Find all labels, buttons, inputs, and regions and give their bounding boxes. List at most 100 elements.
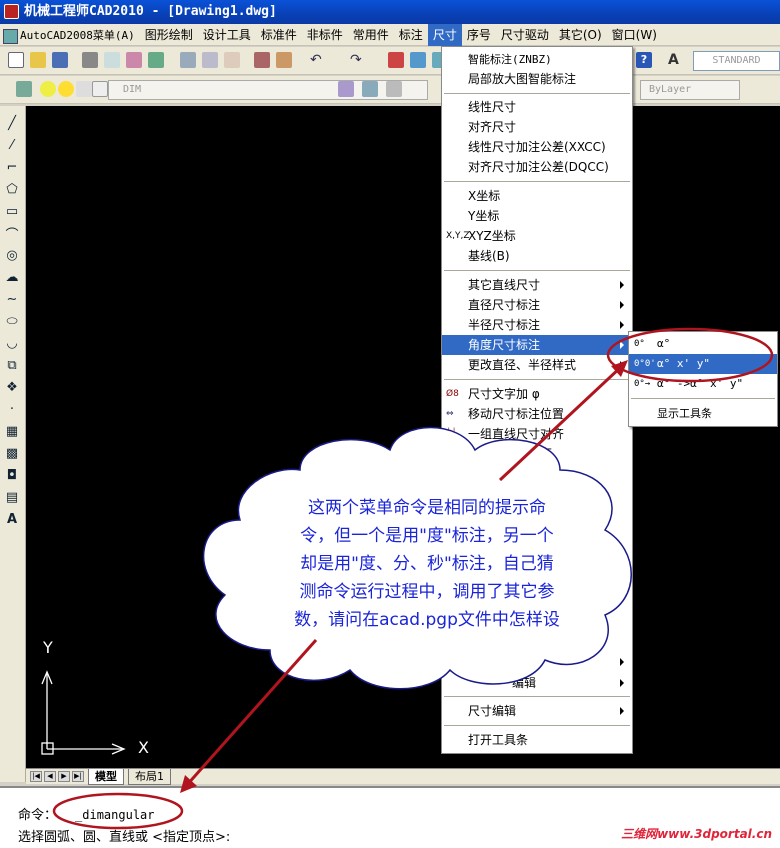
menu-item-smart-dim[interactable]: 智能标注(ZNBZ) <box>442 49 632 69</box>
undo-icon[interactable]: ↶ <box>310 52 326 68</box>
submenu-arrow-icon <box>620 301 624 309</box>
menu-window[interactable]: 窗口(W) <box>607 24 662 46</box>
menu-common-parts[interactable]: 常用件 <box>348 24 394 46</box>
match-properties-icon[interactable] <box>254 52 270 68</box>
zoom-realtime-icon[interactable] <box>410 52 426 68</box>
menu-item-boundary[interactable]: 界线 <box>442 464 632 484</box>
help-icon[interactable]: ? <box>636 52 652 68</box>
menu-item-move-dim[interactable]: ⇔ 移动尺寸标注位置 <box>442 404 632 424</box>
menu-item-angular[interactable]: 角度尺寸标注 <box>442 335 632 355</box>
tab-model[interactable]: 模型 <box>88 769 124 785</box>
submenu-item-dms[interactable]: 0°0' α° x' y" <box>629 354 777 374</box>
spline-icon[interactable]: ∼ <box>3 290 21 308</box>
publish-icon[interactable] <box>126 52 142 68</box>
gradient-icon[interactable]: ▩ <box>3 444 21 462</box>
layer-previous-icon[interactable] <box>362 81 378 97</box>
copy-icon[interactable] <box>202 52 218 68</box>
menu-dimension-drive[interactable]: 尺寸驱动 <box>496 24 554 46</box>
cut-icon[interactable] <box>180 52 196 68</box>
layer-thaw-icon[interactable] <box>58 81 74 97</box>
menu-item-aligned[interactable]: 对齐尺寸 <box>442 117 632 137</box>
etransmit-icon[interactable] <box>148 52 164 68</box>
submenu-item-convert[interactable]: 0°→ α° ->α° x' y" <box>629 374 777 394</box>
rectangle-icon[interactable]: ▭ <box>3 202 21 220</box>
table-icon[interactable]: ▤ <box>3 488 21 506</box>
polyline-icon[interactable]: ⌐ <box>3 158 21 176</box>
menu-separator <box>444 270 630 271</box>
polygon-icon[interactable]: ⬠ <box>3 180 21 198</box>
menu-item-xyz-coord[interactable]: X,Y,Z XYZ坐标 <box>442 226 632 246</box>
menu-item-x-coord[interactable]: X坐标 <box>442 186 632 206</box>
menu-item-label: 移动尺寸标注位置 <box>468 407 565 421</box>
print-icon[interactable] <box>82 52 98 68</box>
menu-nonstandard-parts[interactable]: 非标件 <box>302 24 348 46</box>
menu-item-baseline[interactable]: 基线(B) <box>442 246 632 266</box>
make-block-icon[interactable]: ❖ <box>3 378 21 396</box>
menu-standard-parts[interactable]: 标准件 <box>256 24 302 46</box>
menu-item-detail-smart-dim[interactable]: 局部放大图智能标注 <box>442 69 632 89</box>
hatch-icon[interactable]: ▦ <box>3 422 21 440</box>
ellipse-arc-icon[interactable]: ◡ <box>3 334 21 352</box>
next-tab-icon[interactable]: ▶ <box>58 771 70 782</box>
text-style-select[interactable]: STANDARD <box>693 51 780 71</box>
circle-icon[interactable]: ◎ <box>3 246 21 264</box>
paste-icon[interactable] <box>224 52 240 68</box>
arc-icon[interactable]: ⌒ <box>3 224 21 243</box>
redo-icon[interactable]: ↷ <box>350 52 366 68</box>
text-style-icon[interactable]: A <box>668 52 684 68</box>
menu-item-y-coord[interactable]: Y坐标 <box>442 206 632 226</box>
print-preview-icon[interactable] <box>104 52 120 68</box>
menu-item-diameter[interactable]: 直径尺寸标注 <box>442 295 632 315</box>
last-tab-icon[interactable]: ▶| <box>72 771 84 782</box>
menu-item-equal-spacing[interactable]: 直线尺寸等间距 <box>442 444 632 464</box>
layer-lock-icon[interactable] <box>76 81 92 97</box>
layer-state-icon[interactable] <box>386 81 402 97</box>
prev-tab-icon[interactable]: ◀ <box>44 771 56 782</box>
make-current-icon[interactable] <box>338 81 354 97</box>
open-folder-icon[interactable] <box>30 52 46 68</box>
save-icon[interactable] <box>52 52 68 68</box>
submenu-item-degree[interactable]: 0° α° <box>629 334 777 354</box>
command-window[interactable]: 命令： _dimangular 选择圆弧、圆、直线或 <指定顶点>: 三维网www… <box>0 786 780 848</box>
linetype-select[interactable]: ByLayer <box>640 80 740 100</box>
region-icon[interactable]: ◘ <box>3 466 21 484</box>
menu-item-hidden-submenu[interactable] <box>442 652 632 672</box>
menu-item-change-dia-rad-style[interactable]: 更改直径、半径样式 <box>442 355 632 375</box>
multiline-text-icon[interactable]: A <box>3 510 21 528</box>
revision-cloud-icon[interactable]: ☁ <box>3 268 21 286</box>
menu-item-other-linear[interactable]: 其它直线尺寸 <box>442 275 632 295</box>
pan-icon[interactable] <box>388 52 404 68</box>
layer-manager-icon[interactable] <box>16 81 32 97</box>
menu-annotate[interactable]: 标注 <box>394 24 428 46</box>
layer-select[interactable]: DIM <box>108 80 428 100</box>
first-tab-icon[interactable]: |◀ <box>30 771 42 782</box>
menu-item-aligned-tolerance[interactable]: 对齐尺寸加注公差(DQCC) <box>442 157 632 177</box>
command-input[interactable]: _dimangular <box>75 808 154 822</box>
new-file-icon[interactable] <box>8 52 24 68</box>
menu-item-align-linear-group[interactable]: ┼┼ 一组直线尺寸对齐 <box>442 424 632 444</box>
construction-line-icon[interactable]: ⁄ <box>3 136 21 154</box>
menu-dimension[interactable]: 尺寸 <box>427 24 462 46</box>
menu-balloon[interactable]: 序号 <box>462 24 496 46</box>
menu-item-linear-tolerance[interactable]: 线性尺寸加注公差(XXCC) <box>442 137 632 157</box>
ellipse-icon[interactable]: ⬭ <box>3 312 21 330</box>
menu-item-open-toolbar[interactable]: 打开工具条 <box>442 730 632 750</box>
line-icon[interactable]: ╱ <box>3 114 21 132</box>
menu-item-linear[interactable]: 线性尺寸 <box>442 97 632 117</box>
tab-layout1[interactable]: 布局1 <box>128 769 171 785</box>
menu-autocad[interactable]: AutoCAD2008菜单(A) <box>0 25 140 47</box>
submenu-item-label: α° ->α° x' y" <box>657 377 744 390</box>
layer-on-icon[interactable] <box>40 81 56 97</box>
menu-item-edit-partial[interactable]: 编辑 <box>442 673 632 693</box>
insert-block-icon[interactable]: ⧉ <box>3 356 21 374</box>
menu-item-dim-edit[interactable]: 尺寸编辑 <box>442 701 632 721</box>
block-editor-icon[interactable] <box>276 52 292 68</box>
drawing-area[interactable]: Y X <box>26 106 780 768</box>
menu-design-tools[interactable]: 设计工具 <box>198 24 256 46</box>
menu-item-radius[interactable]: 半径尺寸标注 <box>442 315 632 335</box>
menu-item-add-phi[interactable]: Ø8 尺寸文字加 φ <box>442 384 632 404</box>
menu-draw[interactable]: 图形绘制 <box>140 24 198 46</box>
submenu-item-show-toolbar[interactable]: 显示工具条 <box>629 404 777 424</box>
point-icon[interactable]: · <box>3 400 21 418</box>
menu-other[interactable]: 其它(O) <box>554 24 607 46</box>
